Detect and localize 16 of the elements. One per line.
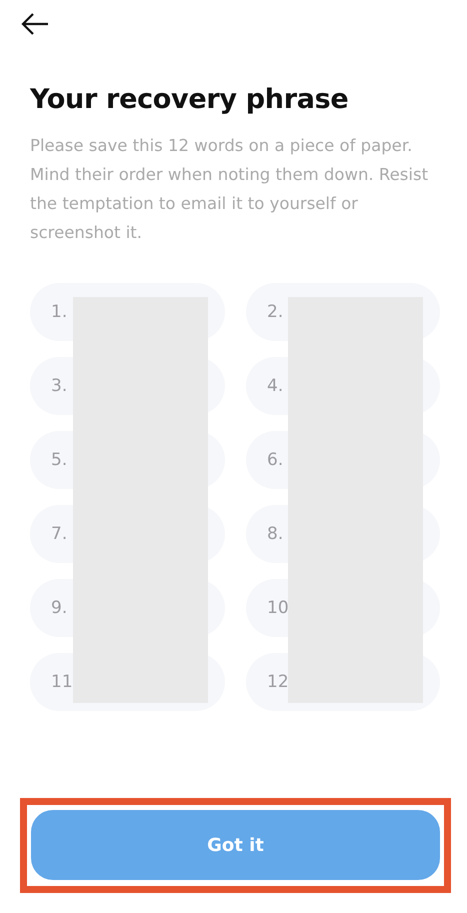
word-number: 2. — [267, 302, 284, 322]
word-number: 1. — [51, 302, 68, 322]
word-number: 12 — [267, 672, 289, 692]
word-number: 6. — [267, 450, 284, 470]
description-text: Please save this 12 words on a piece of paper. Mind their order when noting them down. Resist the temptation to email it to yourself or screenshot it. — [30, 135, 430, 244]
word-number: 3. — [51, 376, 68, 396]
word-number: 4. — [267, 376, 284, 396]
got-it-button[interactable]: Got it — [31, 810, 440, 880]
page-title: Your recovery phrase — [30, 84, 350, 115]
back-arrow-icon[interactable] — [20, 12, 50, 36]
word-number: 9. — [51, 598, 68, 618]
word-number: 8. — [267, 524, 284, 544]
word-number: 10 — [267, 598, 289, 618]
word-number: 11 — [51, 672, 73, 692]
word-number: 5. — [51, 450, 68, 470]
word-number: 7. — [51, 524, 68, 544]
